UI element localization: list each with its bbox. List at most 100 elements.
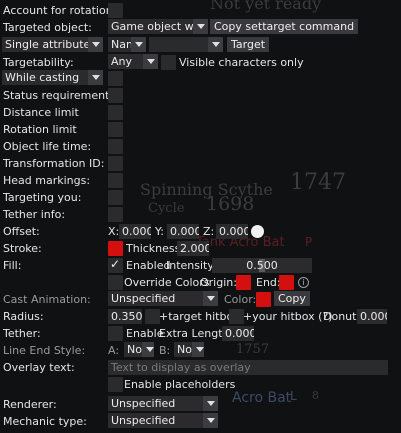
cast-animation-select[interactable]: Unspecified [108, 291, 218, 306]
attribute-value-select[interactable] [149, 37, 223, 52]
circle-icon[interactable] [251, 225, 264, 238]
targeted-object-select[interactable]: Game object with [108, 19, 208, 34]
override-colors-checkbox[interactable] [108, 275, 123, 290]
head-markings-checkbox[interactable] [108, 173, 123, 188]
targetability-label: Targetability: [3, 56, 74, 69]
status-requirement-checkbox[interactable] [108, 88, 123, 103]
offset-label: Offset: [3, 225, 40, 238]
targeting-you-label: Targeting you: [3, 191, 82, 204]
offset-y-input[interactable]: 0.000 [167, 224, 199, 239]
object-life-time-label: Object life time: [3, 140, 92, 153]
targeting-you-checkbox[interactable] [108, 190, 123, 205]
tether-info-label: Tether info: [3, 208, 66, 221]
tether-enable-label: Enable [126, 327, 164, 340]
casting-checkbox[interactable] [108, 71, 123, 86]
row-cast-animation: Cast Animation: Unspecified Color: Copy [0, 291, 401, 308]
your-hitbox-checkbox[interactable] [229, 309, 244, 324]
enable-placeholders-checkbox[interactable] [108, 377, 123, 392]
offset-x-input[interactable]: 0.000 [119, 224, 151, 239]
row-stroke: Stroke: Thickness: 2.000 [0, 240, 401, 257]
renderer-value: Unspecified [111, 397, 176, 410]
tether-label: Tether: [3, 327, 41, 340]
row-head-markings: Head markings: [0, 172, 401, 189]
renderer-select[interactable]: Unspecified [108, 396, 218, 411]
chevron-down-icon [208, 37, 223, 52]
your-hitbox-label: +your hitbox (?) [243, 310, 333, 323]
thickness-label: Thickness: [126, 242, 185, 255]
info-icon[interactable]: i [298, 277, 309, 288]
attribute-mode-select[interactable]: Single attribute [2, 37, 103, 52]
object-life-time-checkbox[interactable] [108, 139, 123, 154]
row-overlay-text: Overlay text: Text to display as overlay [0, 359, 401, 376]
fill-label: Fill: [3, 259, 22, 272]
line-end-b-label: B: [159, 344, 171, 357]
line-end-a-value: No [127, 343, 142, 356]
chevron-down-icon [88, 37, 103, 52]
origin-color-swatch[interactable] [236, 275, 251, 290]
targetability-value: Any [111, 55, 133, 68]
row-tether: Tether: Enable Extra Length: 0.000 [0, 325, 401, 342]
tether-enable-checkbox[interactable] [108, 326, 123, 341]
row-line-end-style: Line End Style: A: No B: No [0, 342, 401, 359]
row-targetability: Targetability: Any Visible characters on… [0, 54, 401, 71]
visible-characters-only-checkbox[interactable] [161, 55, 176, 70]
row-renderer: Renderer: Unspecified [0, 396, 401, 413]
cast-color-label: Color: [224, 293, 257, 306]
end-color-swatch[interactable] [279, 275, 294, 290]
cast-color-swatch[interactable] [256, 292, 271, 307]
offset-x-label: X: [108, 225, 120, 238]
fill-enabled-label: Enabled [126, 259, 171, 272]
mechanic-type-select[interactable]: Unspecified [108, 413, 218, 428]
intensity-slider[interactable]: 0.500 [212, 258, 312, 273]
target-hitbox-label: +target hitbox [159, 310, 240, 323]
attribute-name-select[interactable]: Nam [108, 37, 146, 52]
head-markings-label: Head markings: [3, 174, 91, 187]
offset-z-input[interactable]: 0.000 [216, 224, 248, 239]
copy-button[interactable]: Copy [274, 291, 310, 306]
line-end-b-select[interactable]: No [174, 342, 204, 357]
radius-label: Radius: [3, 310, 44, 323]
extra-length-input[interactable]: 0.000 [222, 326, 254, 341]
thickness-input[interactable]: 2.000 [177, 241, 209, 256]
row-account-rotation: Account for rotation: [0, 2, 401, 19]
chevron-down-icon [88, 70, 103, 85]
tether-info-checkbox[interactable] [108, 207, 123, 222]
intensity-value: 0.500 [246, 259, 278, 272]
target-hitbox-checkbox[interactable] [145, 309, 160, 324]
account-rotation-checkbox[interactable] [108, 3, 123, 18]
radius-input[interactable]: 0.350 [108, 309, 142, 324]
origin-label: Origin: [200, 276, 237, 289]
stroke-color-swatch[interactable] [108, 241, 123, 256]
copy-settarget-command-button[interactable]: Copy settarget command [210, 19, 359, 34]
transformation-id-checkbox[interactable] [108, 156, 123, 171]
target-button[interactable]: Target [227, 37, 270, 52]
overlay-text-label: Overlay text: [3, 361, 75, 374]
chevron-down-icon [203, 413, 218, 428]
fill-enabled-checkbox[interactable] [108, 257, 123, 273]
casting-value: While casting [5, 71, 80, 84]
row-tether-info: Tether info: [0, 206, 401, 223]
chevron-down-icon [142, 342, 154, 357]
rotation-limit-checkbox[interactable] [108, 122, 123, 137]
targetability-select[interactable]: Any [108, 54, 158, 69]
line-end-a-select[interactable]: No [124, 342, 154, 357]
distance-limit-label: Distance limit [3, 106, 79, 119]
casting-select[interactable]: While casting [2, 70, 103, 85]
row-targeting-you: Targeting you: [0, 189, 401, 206]
stroke-label: Stroke: [3, 242, 42, 255]
chevron-down-icon [193, 19, 208, 34]
line-end-a-label: A: [108, 344, 120, 357]
rotation-limit-label: Rotation limit [3, 123, 77, 136]
donut-input[interactable]: 0.000 [357, 309, 387, 324]
row-radius: Radius: 0.350 +target hitbox +your hitbo… [0, 308, 401, 325]
overlay-text-input[interactable]: Text to display as overlay [108, 360, 388, 375]
row-override-colors: Override Colors Origin: End: i [0, 274, 401, 291]
distance-limit-checkbox[interactable] [108, 105, 123, 120]
row-rotation-limit: Rotation limit [0, 121, 401, 138]
row-fill: Fill: Enabled Intensity: 0.500 [0, 257, 401, 274]
visible-characters-only-label: Visible characters only [179, 56, 304, 69]
offset-z-label: Z: [203, 225, 215, 238]
mechanic-type-label: Mechanic type: [3, 415, 87, 428]
row-object-life-time: Object life time: [0, 138, 401, 155]
status-requirement-label: Status requirement: [3, 89, 114, 102]
